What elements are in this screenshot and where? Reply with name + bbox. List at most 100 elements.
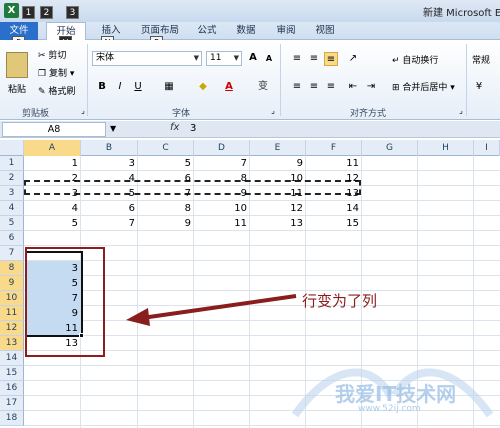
paste-button[interactable]: 粘贴 xyxy=(8,82,26,95)
borders-icon[interactable]: ▦ xyxy=(162,80,176,94)
tab-view[interactable]: 视图 xyxy=(311,22,339,40)
italic-button[interactable]: I xyxy=(113,80,127,94)
column-header-b[interactable]: B xyxy=(81,140,138,156)
table-cell[interactable]: 6 xyxy=(138,171,194,186)
font-launcher-icon[interactable]: ⌟ xyxy=(266,104,280,118)
column-header-d[interactable]: D xyxy=(194,140,250,156)
table-cell[interactable]: 1 xyxy=(24,156,81,171)
qat-keytip-2[interactable]: 2 xyxy=(40,6,53,19)
column-header-e[interactable]: E xyxy=(250,140,306,156)
row-header[interactable]: 9 xyxy=(0,276,24,291)
tab-review[interactable]: 审阅 xyxy=(272,22,300,40)
increase-indent-icon[interactable]: ⇥ xyxy=(364,80,378,94)
row-header[interactable]: 7 xyxy=(0,246,24,261)
fill-color-icon[interactable]: ◆ xyxy=(196,80,210,94)
table-cell[interactable]: 4 xyxy=(24,201,81,216)
align-top-icon[interactable]: ≡ xyxy=(290,52,304,66)
row-header[interactable]: 10 xyxy=(0,291,24,306)
table-cell[interactable]: 10 xyxy=(250,171,306,186)
table-cell[interactable]: 9 xyxy=(194,186,250,201)
bold-button[interactable]: B xyxy=(95,80,109,94)
row-header[interactable]: 3 xyxy=(0,186,24,201)
select-all-corner[interactable] xyxy=(0,140,24,156)
row-header[interactable]: 17 xyxy=(0,396,24,411)
table-cell[interactable]: 7 xyxy=(138,186,194,201)
table-cell[interactable]: 7 xyxy=(81,216,138,231)
column-header-a[interactable]: A xyxy=(24,140,81,156)
table-cell[interactable]: 2 xyxy=(24,171,81,186)
tab-formulas[interactable]: 公式 xyxy=(193,22,221,40)
paste-icon[interactable] xyxy=(6,52,28,78)
table-cell[interactable]: 5 xyxy=(81,186,138,201)
align-bottom-icon[interactable]: ≡ xyxy=(324,52,338,66)
row-header[interactable]: 2 xyxy=(0,171,24,186)
table-cell[interactable]: 11 xyxy=(306,156,362,171)
table-cell[interactable]: 9 xyxy=(138,216,194,231)
row-header[interactable]: 4 xyxy=(0,201,24,216)
table-cell[interactable]: 13 xyxy=(250,216,306,231)
column-header-h[interactable]: H xyxy=(418,140,474,156)
formula-input[interactable]: 3 xyxy=(190,123,196,134)
decrease-indent-icon[interactable]: ⇤ xyxy=(346,80,360,94)
font-name-combo[interactable]: 宋体 ▼ xyxy=(92,51,202,66)
table-cell[interactable]: 6 xyxy=(81,201,138,216)
align-left-icon[interactable]: ≡ xyxy=(290,80,304,94)
tab-data[interactable]: 数据 xyxy=(232,22,260,40)
row-header[interactable]: 6 xyxy=(0,231,24,246)
column-header-i[interactable]: I xyxy=(474,140,500,156)
row-header[interactable]: 1 xyxy=(0,156,24,171)
column-header-f[interactable]: F xyxy=(306,140,362,156)
row-header[interactable]: 11 xyxy=(0,306,24,321)
cut-button[interactable]: ✂ 剪切 xyxy=(38,48,66,61)
merge-center-button[interactable]: ⊞ 合并后居中 ▾ xyxy=(392,80,455,93)
align-right-icon[interactable]: ≡ xyxy=(324,80,338,94)
table-cell[interactable]: 4 xyxy=(81,171,138,186)
font-size-combo[interactable]: 11 ▼ xyxy=(206,51,242,66)
wrap-text-button[interactable]: ↵ 自动换行 xyxy=(392,53,438,66)
orientation-icon[interactable]: ↗ xyxy=(346,52,360,66)
underline-button[interactable]: U xyxy=(131,80,145,94)
table-cell[interactable]: 9 xyxy=(250,156,306,171)
table-cell[interactable]: 3 xyxy=(81,156,138,171)
table-cell[interactable]: 5 xyxy=(24,216,81,231)
row-header[interactable]: 14 xyxy=(0,351,24,366)
align-middle-icon[interactable]: ≡ xyxy=(307,52,321,66)
table-cell[interactable]: 14 xyxy=(306,201,362,216)
align-center-icon[interactable]: ≡ xyxy=(307,80,321,94)
row-header[interactable]: 18 xyxy=(0,411,24,426)
table-cell[interactable]: 5 xyxy=(138,156,194,171)
name-box-dropdown-icon[interactable]: ▼ xyxy=(110,124,116,133)
excel-logo-icon[interactable]: X xyxy=(4,3,19,18)
fx-icon[interactable]: fx xyxy=(170,122,179,133)
row-header[interactable]: 15 xyxy=(0,366,24,381)
table-cell[interactable]: 11 xyxy=(194,216,250,231)
shrink-font-icon[interactable]: A xyxy=(262,52,276,66)
table-cell[interactable]: 11 xyxy=(250,186,306,201)
name-box[interactable]: A8 xyxy=(2,122,106,137)
column-header-c[interactable]: C xyxy=(138,140,194,156)
column-header-g[interactable]: G xyxy=(362,140,418,156)
phonetic-button[interactable]: 变 xyxy=(256,80,270,94)
row-header[interactable]: 5 xyxy=(0,216,24,231)
table-cell[interactable]: 13 xyxy=(306,186,362,201)
table-cell[interactable]: 12 xyxy=(306,171,362,186)
currency-icon[interactable]: ¥ xyxy=(472,80,486,94)
table-cell[interactable]: 3 xyxy=(24,186,81,201)
copy-button[interactable]: ❐ 复制 ▾ xyxy=(38,66,74,79)
grow-font-icon[interactable]: A xyxy=(246,51,260,65)
table-cell[interactable]: 15 xyxy=(306,216,362,231)
number-format-combo[interactable]: 常规 xyxy=(472,53,490,66)
format-painter-button[interactable]: ✎ 格式刷 xyxy=(38,84,75,97)
row-header[interactable]: 12 xyxy=(0,321,24,336)
row-header[interactable]: 8 xyxy=(0,261,24,276)
row-header[interactable]: 13 xyxy=(0,336,24,351)
table-cell[interactable]: 7 xyxy=(194,156,250,171)
qat-keytip-3[interactable]: 3 xyxy=(66,6,79,19)
font-color-icon[interactable]: A xyxy=(222,80,236,94)
table-cell[interactable]: 10 xyxy=(194,201,250,216)
table-cell[interactable]: 8 xyxy=(138,201,194,216)
table-cell[interactable]: 8 xyxy=(194,171,250,186)
row-header[interactable]: 16 xyxy=(0,381,24,396)
table-cell[interactable]: 12 xyxy=(250,201,306,216)
qat-keytip-1[interactable]: 1 xyxy=(22,6,35,19)
